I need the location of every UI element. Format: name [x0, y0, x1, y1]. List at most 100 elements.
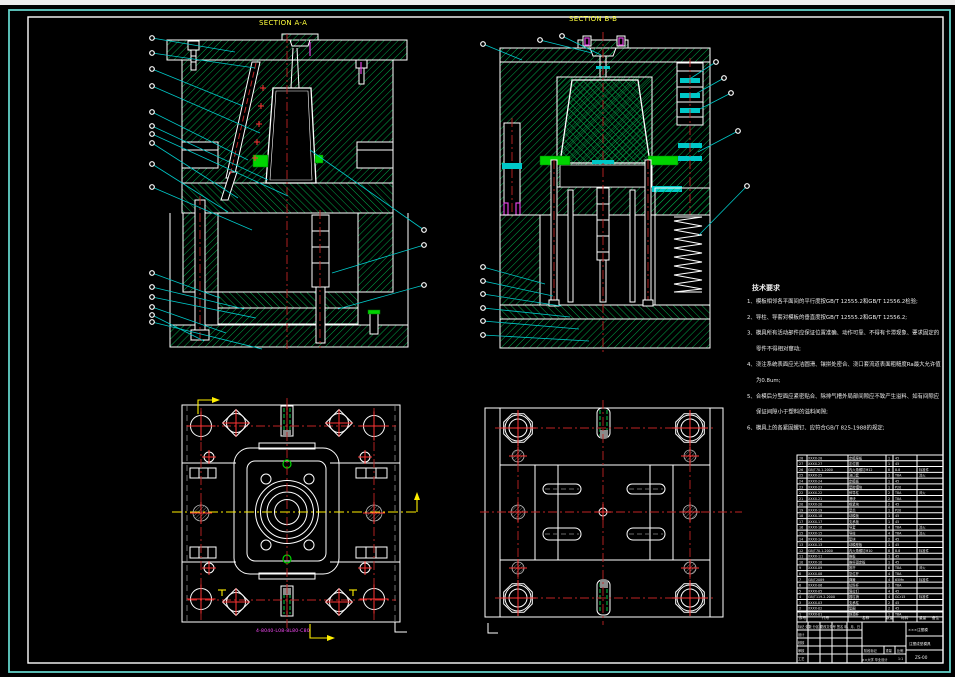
bom-cell: 18	[799, 514, 803, 518]
bom-cell: P20	[895, 485, 901, 489]
section-a-label: SECTION A-A	[259, 19, 307, 27]
leader-dot	[480, 41, 486, 47]
bom-cell: 15	[799, 532, 803, 536]
leader-dot	[149, 312, 155, 318]
bom-cell: 2	[888, 491, 890, 495]
bom-cell: 8.8	[895, 549, 900, 553]
bom-cell: 导柱	[849, 531, 856, 536]
bom-cell: 11	[799, 555, 803, 559]
bom-cell: 导套	[849, 525, 856, 530]
bom-header-cell: 序号	[799, 615, 807, 620]
note-line: 保证间隙小于塑料的溢料间隙;	[756, 408, 828, 416]
leader-dot	[744, 183, 750, 189]
dimension-text: 4-8040-L08-8L80-C80	[256, 628, 310, 634]
bom-cell: 1	[888, 514, 890, 518]
bom-cell: 支承板	[849, 519, 860, 524]
bom-cell: 限位钉	[849, 588, 860, 593]
drawing-number: ZS-00	[915, 655, 928, 660]
bom-cell: 动模座板	[849, 542, 863, 547]
bom-cell: 推杆固定板	[849, 559, 866, 564]
bom-cell: P20	[895, 508, 901, 512]
bom-cell: 2	[799, 607, 801, 611]
bom-cell: 45	[895, 555, 899, 559]
bom-cell: 4	[888, 595, 890, 599]
note-line: 5、合模后分型面应紧密贴合、除排气槽外局部间隙应不致产生溢料、如有间隙应	[747, 392, 940, 400]
bom-cell: 1	[888, 480, 890, 484]
bom-cell: XXXX-18	[808, 514, 822, 518]
bom-cell: 4	[799, 595, 801, 599]
bom-cell: XXXX-09	[808, 566, 822, 570]
bom-cell: 23	[799, 485, 803, 489]
bom-cell: XXXX-14	[808, 537, 822, 541]
bom-cell: T8A	[894, 532, 902, 536]
note-line: 零件不得相对窜动;	[756, 344, 801, 352]
bom-cell: XXXX-13	[808, 543, 822, 547]
note-line: 6、模具上的各紧固螺钉、应符合GB/T 825-1988的规定;	[747, 423, 885, 431]
leader-dot	[480, 278, 486, 284]
bom-cell: 3	[799, 601, 801, 605]
drawing-name-top: ×××注塑模	[908, 627, 928, 632]
leader-dot	[149, 140, 155, 146]
bom-cell: 楔紧块	[849, 502, 860, 507]
bom-cell: T8A	[894, 566, 902, 570]
bom-cell: 标准件	[919, 548, 930, 553]
bom-cell: 型腔镶块	[849, 484, 863, 489]
bom-cell: XXXX-02	[808, 607, 822, 611]
bom-cell: GB/T70.1-2000	[808, 468, 833, 472]
bom-cell: 7	[799, 578, 801, 582]
leader-dot	[721, 75, 727, 81]
bom-cell: 垫块	[849, 536, 856, 541]
leader-dot	[559, 33, 565, 39]
bom-cell: 12	[799, 549, 803, 553]
note-line: 4、浇注系统表面应光洁圆滑、镶拼处密合、浇口套流道表面粗糙度Ra最大允许值	[747, 360, 941, 368]
bom-cell: 1	[888, 474, 890, 478]
cad-canvas: SECTION A-A SECTION B-B 4-8040-L08-8L80-…	[0, 0, 955, 677]
leader-dot	[421, 282, 427, 288]
bom-cell: 8.8	[895, 468, 900, 472]
bom-cell: XXXX-24	[808, 480, 822, 484]
bom-cell: 复位杆	[849, 571, 860, 576]
leader-dot	[149, 270, 155, 276]
bom-cell: 1	[888, 508, 890, 512]
view-section-b	[499, 32, 711, 352]
bom-cell: XXXX-01	[808, 612, 822, 616]
bom-cell: 2	[888, 497, 890, 501]
bom-cell: XXXX-11	[808, 555, 822, 559]
bom-cell: 65Mn	[895, 578, 904, 582]
bom-cell: 滑块	[849, 496, 856, 501]
note-line: 3、模具所有活动部件应保证位置准确、动作可靠、不得有卡滞现象、要求固定的	[747, 329, 939, 337]
bom-cell: 1	[888, 462, 890, 466]
bom-cell: 14	[799, 537, 803, 541]
bom-cell: 4	[888, 578, 890, 582]
bom-cell: XXXX-16	[808, 526, 822, 530]
leader-dot	[421, 227, 427, 233]
leader-dot	[735, 128, 741, 134]
bom-cell: T8A	[894, 491, 902, 495]
bom-header-cell: 重量	[919, 615, 927, 620]
bom-cell: 定模板	[849, 479, 860, 484]
bom-cell: 45	[895, 537, 899, 541]
bom-cell: 22	[799, 491, 803, 495]
leader-dot	[149, 319, 155, 325]
note-line: 为0.8um;	[756, 376, 781, 384]
note-line: 1、模板相邻各平面间的平行度按GB/T 12555.2和GB/T 12556.2…	[747, 297, 918, 305]
leader-dot	[149, 284, 155, 290]
bom-cell: 28	[799, 456, 803, 460]
ejector-pocket	[217, 212, 359, 293]
bom-cell: XXXX-05	[808, 589, 822, 593]
bom-cell: XXXX-22	[808, 491, 822, 495]
bom-cell: XXXX-10	[808, 560, 822, 564]
bom-cell: 4	[888, 572, 890, 576]
bom-cell: 45	[895, 514, 899, 518]
bom-cell: T8A	[894, 474, 902, 478]
bom-cell: 支承柱	[849, 600, 860, 605]
bom-cell: 拉料杆	[849, 583, 860, 588]
bom-cell: 8	[799, 572, 801, 576]
leader-dot	[149, 66, 155, 72]
leader-dot	[537, 37, 543, 43]
bom-cell: 型芯	[849, 507, 856, 512]
bom-header-cell: 名称	[862, 615, 870, 620]
bom-cell: 标准件	[919, 594, 930, 599]
sign-row: 设计	[798, 632, 805, 637]
bom-cell: 45	[895, 520, 899, 524]
